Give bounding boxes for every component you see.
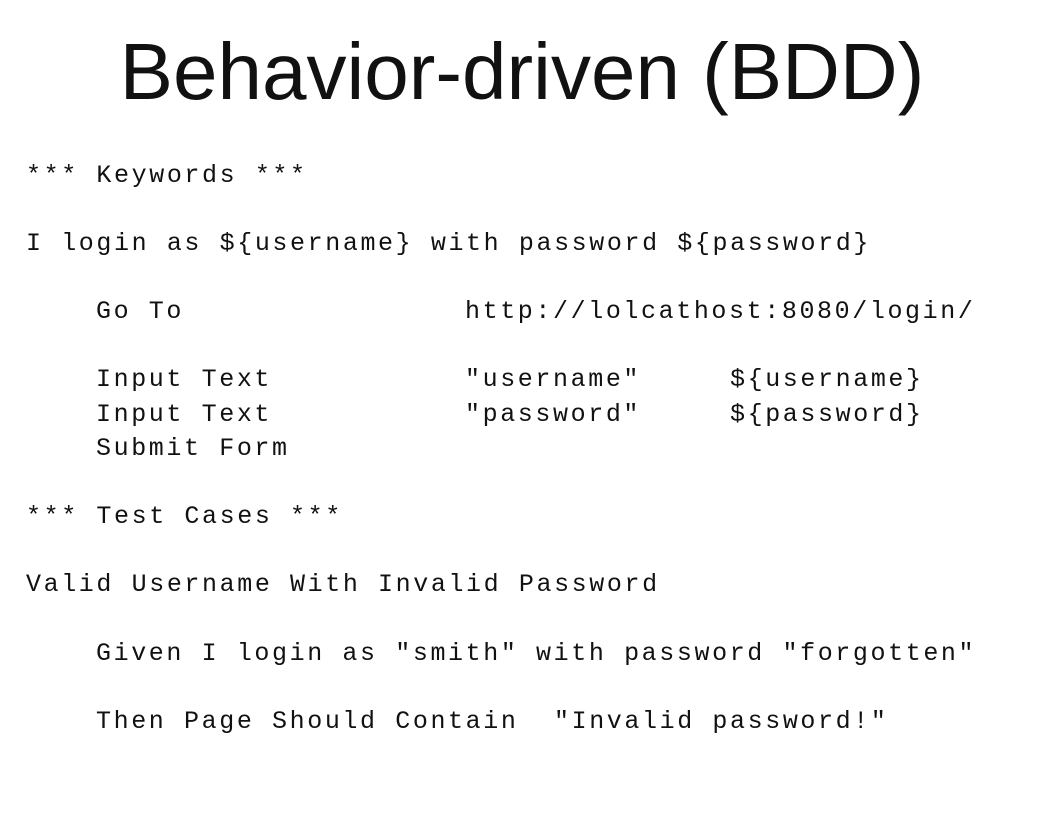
step-locator: "username" [465,365,642,394]
step-keyword: Then Page Should Contain [96,707,519,736]
keyword-definition: I login as ${username} with password ${p… [26,229,871,258]
step-keyword: Input Text [96,365,273,394]
slide-title: Behavior-driven (BDD) [119,27,925,116]
step-keyword: Go To [96,297,185,326]
step-keyword: Submit Form [96,434,290,463]
step-value: ${password} [730,400,924,429]
given-step-text: Given I login as "smith" with password "… [96,639,977,668]
step-given: Given I login as "smith" with password "… [26,639,1026,669]
step-then: Then Page Should Contain "Invalid passwo… [26,707,1026,737]
step-goto: Go To http://lolcathost:8080/login/ [26,297,1026,327]
step-value: ${username} [730,365,924,394]
code-block: *** Keywords *** I login as ${username} … [26,0,974,736]
step-keyword: Input Text [96,400,273,429]
step-input-username: Input Text "username" ${username} [26,365,1026,395]
step-expected-text: "Invalid password!" [554,707,889,736]
testcase-name: Valid Username With Invalid Password [26,570,660,599]
step-url: http://lolcathost:8080/login/ [465,297,976,326]
step-locator: "password" [465,400,642,429]
testcases-section-header: *** Test Cases *** [26,502,343,531]
step-submit: Submit Form [26,434,1026,464]
keywords-section-header: *** Keywords *** [26,161,308,190]
step-input-password: Input Text "password" ${password} [26,400,1026,430]
